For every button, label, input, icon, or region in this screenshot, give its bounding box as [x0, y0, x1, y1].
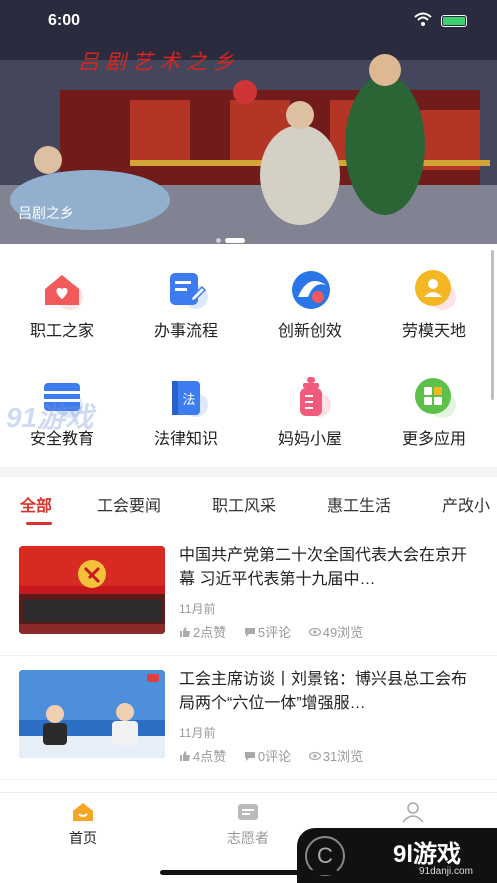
like-count[interactable]: 4点赞: [179, 746, 226, 765]
volunteer-icon: [238, 804, 258, 820]
grid-label: 劳模天地: [401, 323, 466, 340]
watermark: 91游戏: [6, 402, 94, 433]
home-indicator[interactable]: [160, 870, 338, 875]
news-title: 工会主席访谈丨刘景铭：博兴县总工会布局两个“六位一体”增强服…: [179, 671, 468, 712]
view-count: 31浏览: [308, 746, 364, 765]
nav-volunteer[interactable]: 志愿者: [198, 801, 298, 848]
scrollbar[interactable]: [491, 250, 494, 400]
thumb-up-icon: [180, 751, 190, 761]
grid-item-model-worker[interactable]: 劳模天地: [372, 255, 496, 355]
profile-icon: [402, 802, 424, 823]
tab-benefit-life[interactable]: 惠工生活: [327, 492, 391, 516]
comment-count-text: 5评论: [257, 625, 292, 640]
eye-icon: [308, 751, 321, 761]
grid-item-law[interactable]: 法 法律知识: [124, 363, 248, 463]
category-tabs: 全部 工会要闻 职工风采 惠工生活 产改小: [0, 478, 497, 528]
view-count-text: 49浏览: [322, 625, 364, 640]
like-count-text: 4点赞: [193, 749, 227, 764]
grid-label: 职工之家: [29, 323, 94, 340]
like-count-text: 2点赞: [193, 625, 227, 640]
view-count: 49浏览: [308, 622, 364, 641]
law-book-icon: 法: [172, 381, 208, 417]
active-tab-indicator: [26, 522, 52, 525]
like-count[interactable]: 2点赞: [179, 622, 226, 641]
grid-label: 更多应用: [401, 431, 466, 448]
innovation-swirl-icon: [292, 271, 330, 309]
news-time: 11月前: [179, 726, 216, 740]
grid-item-more-apps[interactable]: 更多应用: [372, 363, 496, 463]
status-bar: 6:00: [0, 0, 497, 44]
tab-worker-style[interactable]: 职工风采: [212, 492, 276, 516]
nav-home[interactable]: 首页: [33, 801, 133, 848]
comment-count[interactable]: 0评论: [244, 746, 291, 765]
tab-union-news[interactable]: 工会要闻: [97, 492, 161, 516]
banner-title: 吕剧艺术之乡: [78, 50, 240, 74]
wifi-icon: [414, 12, 432, 26]
news-thumbnail: [19, 670, 165, 758]
news-stats: 2点赞 5评论 49浏览: [179, 622, 377, 641]
watermark-brand: 9l游戏: [393, 841, 462, 868]
battery-icon: [441, 15, 467, 27]
comment-count[interactable]: 5评论: [244, 622, 291, 641]
carousel-dot-active[interactable]: [225, 238, 245, 244]
banner-carousel[interactable]: 6:00 吕剧艺术之乡 吕剧之乡: [0, 0, 497, 244]
status-time: 6:00: [48, 12, 81, 29]
grid-label: 法律知识: [153, 431, 218, 448]
home-icon: [73, 803, 93, 821]
grid-item-innovation[interactable]: 创新创效: [248, 255, 372, 355]
news-stats: 4点赞 0评论 31浏览: [179, 746, 377, 765]
grid-item-process[interactable]: 办事流程: [124, 255, 248, 355]
grid-label: 妈妈小屋: [277, 431, 342, 448]
news-item[interactable]: 工会主席访谈丨刘景铭：博兴县总工会布局两个“六位一体”增强服… 11月前 4点赞…: [0, 656, 497, 780]
nav-profile[interactable]: [363, 801, 463, 828]
comment-icon: [244, 628, 255, 637]
section-divider: [0, 467, 497, 477]
news-title: 中国共产党第二十次全国代表大会在京开幕 习近平代表第十九届中…: [179, 547, 468, 588]
document-edit-icon: [170, 273, 208, 309]
comment-icon: [244, 752, 255, 761]
apps-grid-icon: [415, 378, 456, 418]
person-badge-icon: [415, 270, 456, 310]
baby-bottle-icon: [300, 377, 331, 417]
news-time: 11月前: [179, 602, 216, 616]
carousel-indicator: [216, 232, 249, 244]
eye-icon: [308, 627, 321, 637]
nav-label: 首页: [69, 830, 97, 846]
grid-item-worker-home[interactable]: 职工之家: [0, 255, 124, 355]
nav-label: 志愿者: [227, 830, 269, 846]
grid-label: 办事流程: [153, 323, 218, 340]
grid-item-mother-room[interactable]: 妈妈小屋: [248, 363, 372, 463]
svg-text:法: 法: [182, 393, 195, 408]
grid-label: 创新创效: [277, 323, 342, 340]
tab-all[interactable]: 全部: [20, 492, 52, 516]
comment-count-text: 0评论: [257, 749, 292, 764]
watermark-url: 91danji.com: [419, 866, 473, 877]
news-item[interactable]: 中国共产党第二十次全国代表大会在京开幕 习近平代表第十九届中… 11月前 2点赞…: [0, 532, 497, 656]
home-heart-icon: [45, 275, 83, 310]
banner-caption: 吕剧之乡: [18, 205, 74, 221]
news-thumbnail: [19, 546, 165, 634]
tab-industry-reform[interactable]: 产改小: [442, 492, 490, 516]
thumb-up-icon: [180, 627, 190, 637]
view-count-text: 31浏览: [322, 749, 364, 764]
carousel-dot[interactable]: [216, 238, 221, 244]
